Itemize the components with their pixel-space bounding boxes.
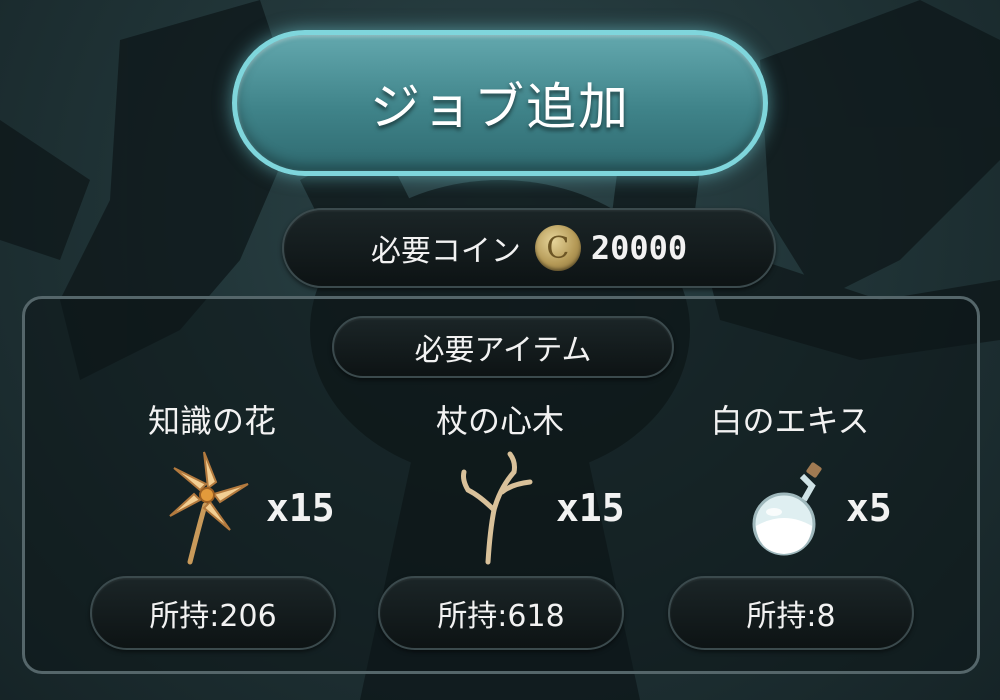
add-job-label: ジョブ追加 [370, 78, 630, 136]
owned-label-2: 所持:618 [437, 599, 565, 634]
add-job-button[interactable]: ジョブ追加 [232, 30, 768, 176]
owned-label-3: 所持:8 [746, 599, 836, 634]
required-items-header: 必要アイテム [332, 316, 674, 378]
required-coin-display: 必要コイン C 20000 [282, 208, 776, 288]
item-name-2: 杖の心木 [435, 402, 564, 440]
required-coin-amount: 20000 [590, 229, 688, 267]
item-quantity-1: x15 [266, 486, 335, 530]
owned-count-1: 所持:206 [90, 576, 336, 650]
item-quantity-3: x5 [846, 486, 892, 530]
owned-label-1: 所持:206 [149, 599, 277, 634]
item-name-1: 知識の花 [147, 402, 276, 440]
item-quantity-2: x15 [556, 486, 625, 530]
item-name-3: 白のエキス [710, 402, 870, 440]
potion-flask-icon [752, 462, 822, 556]
branch-icon [461, 451, 533, 565]
coin-icon: C [534, 225, 581, 271]
owned-count-3: 所持:8 [668, 576, 914, 650]
flower-icon [169, 451, 249, 565]
required-coin-label: 必要コイン [370, 234, 521, 269]
owned-count-2: 所持:618 [378, 576, 624, 650]
required-items-header-label: 必要アイテム [414, 333, 592, 368]
